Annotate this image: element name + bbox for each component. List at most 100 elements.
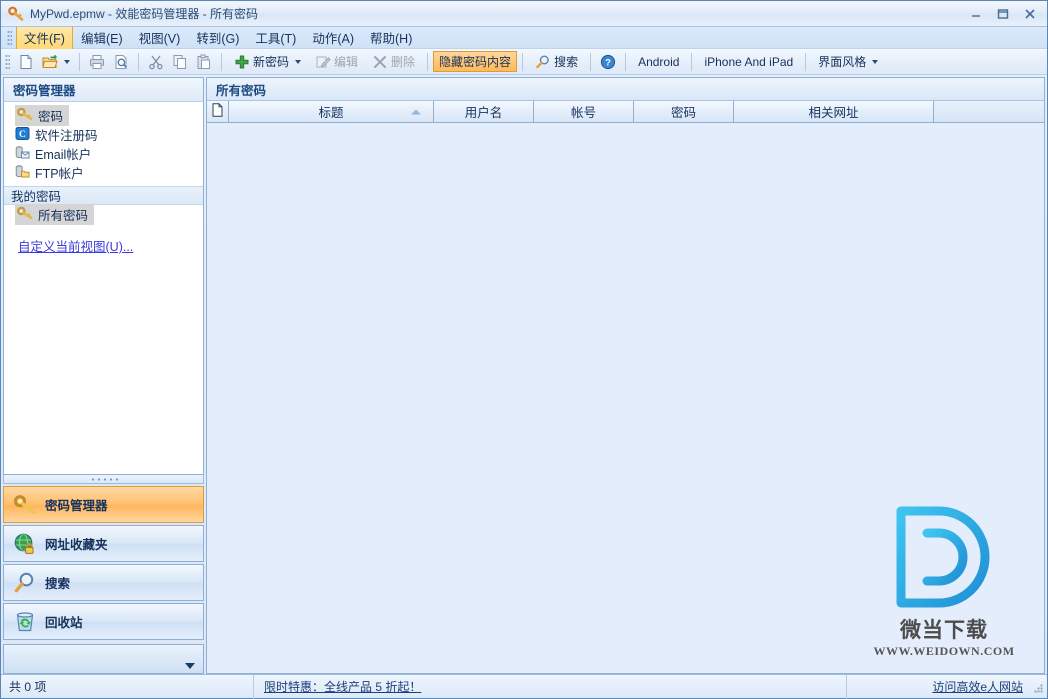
menu-item-edit[interactable]: 编辑(E) — [73, 25, 131, 50]
nav-button-recycle-bin[interactable]: 回收站 — [3, 603, 204, 640]
magnifier-icon — [13, 571, 37, 595]
new-password-label: 新密码 — [253, 55, 290, 69]
menu-item-actions[interactable]: 动作(A) — [304, 25, 362, 50]
nav-button-label: 密码管理器 — [45, 499, 108, 513]
android-button[interactable]: Android — [631, 51, 686, 73]
tree-item-label: Email帐户 — [35, 148, 92, 162]
menu-item-tools[interactable]: 工具(T) — [247, 25, 304, 50]
skin-dropdown-arrow[interactable] — [872, 59, 879, 64]
watermark: 微当下载 WWW.WEIDOWN.COM — [864, 503, 1024, 659]
app-key-icon — [8, 6, 24, 22]
grid-body-empty[interactable]: 微当下载 WWW.WEIDOWN.COM — [207, 123, 1044, 673]
tree-item-label: 软件注册码 — [35, 129, 98, 143]
toolbar-separator — [691, 52, 693, 71]
iphone-ipad-label: iPhone And iPad — [704, 54, 794, 69]
minimize-button[interactable] — [962, 4, 989, 24]
email-account-icon — [15, 145, 30, 163]
tree-item-passwords[interactable]: 密码 — [4, 105, 203, 126]
status-bar: 共 0 项 限时特惠：全线产品 5 折起！ 访问高效e人网站 — [1, 674, 1047, 699]
customize-current-view-link[interactable]: 自定义当前视图(U)... — [18, 236, 203, 255]
toolbar-separator — [625, 52, 627, 71]
nav-button-url-favorites[interactable]: 网址收藏夹 — [3, 525, 204, 562]
new-password-dropdown-arrow[interactable] — [295, 59, 302, 64]
watermark-brand: 微当下载 — [900, 619, 988, 642]
maximize-button[interactable] — [989, 4, 1016, 24]
open-file-dropdown-arrow[interactable] — [64, 59, 70, 64]
column-header-filler — [934, 101, 1044, 122]
column-header-title[interactable]: 标题 — [229, 101, 434, 122]
nav-expand-bar[interactable] — [3, 644, 204, 674]
navigation-buttons: 密码管理器 网址收藏夹 搜索 回收站 — [3, 484, 204, 674]
window-controls — [962, 1, 1043, 27]
nav-button-label: 回收站 — [45, 616, 83, 630]
paste-icon — [196, 54, 212, 70]
tree-group-header-my-passwords: 我的密码 — [4, 186, 203, 205]
tree-item-label: 密码 — [38, 110, 64, 124]
column-header-password[interactable]: 密码 — [634, 101, 734, 122]
content-pane: 所有密码 标题 用户名 帐号 密码 相关网址 微当下载 WWW.WEIDOWN.… — [206, 77, 1045, 674]
tree-item-ftp-accounts[interactable]: FTP帐户 — [4, 163, 203, 182]
column-header-account[interactable]: 帐号 — [534, 101, 634, 122]
globe-lock-icon — [13, 532, 37, 556]
toolbar-separator — [138, 52, 139, 71]
nav-button-password-manager[interactable]: 密码管理器 — [3, 486, 204, 523]
toolbar-separator — [79, 52, 80, 71]
print-preview-button[interactable] — [109, 51, 133, 73]
tree-item-software-keys[interactable]: C 软件注册码 — [4, 125, 203, 144]
title-bar: MyPwd.epmw - 效能密码管理器 - 所有密码 — [1, 1, 1047, 27]
menubar-grip-icon[interactable] — [7, 29, 12, 46]
help-button[interactable]: ? — [596, 51, 620, 73]
edit-button[interactable]: 编辑 — [308, 51, 365, 73]
column-header-username[interactable]: 用户名 — [434, 101, 534, 122]
print-button[interactable] — [85, 51, 109, 73]
cut-button[interactable] — [144, 51, 168, 73]
close-button[interactable] — [1016, 4, 1043, 24]
navigation-tree: 密码 C 软件注册码 Email帐户 FTP帐户 我的密码 所有密码 自定义当前… — [3, 101, 204, 475]
menu-bar: 文件(F) 编辑(E) 视图(V) 转到(G) 工具(T) 动作(A) 帮助(H… — [1, 25, 1047, 50]
promo-link[interactable]: 限时特惠：全线产品 5 折起！ — [264, 678, 421, 695]
sort-ascending-icon — [411, 109, 421, 114]
content-header-title: 所有密码 — [207, 78, 1044, 101]
cd-key-icon: C — [15, 126, 30, 144]
navigation-pane: 密码管理器 密码 C 软件注册码 Email帐户 FTP帐户 我的密码 所有密码… — [3, 77, 204, 674]
toolbar-grip-icon[interactable] — [5, 53, 10, 70]
tree-item-label: FTP帐户 — [35, 167, 84, 181]
nav-button-search[interactable]: 搜索 — [3, 564, 204, 601]
grid-header-row: 标题 用户名 帐号 密码 相关网址 — [207, 101, 1044, 123]
menu-item-file[interactable]: 文件(F) — [16, 25, 73, 50]
svg-text:C: C — [19, 130, 26, 140]
search-button[interactable]: 搜索 — [528, 51, 585, 73]
menu-item-help[interactable]: 帮助(H) — [362, 25, 420, 50]
key-icon — [17, 206, 33, 223]
nav-button-label: 网址收藏夹 — [45, 538, 108, 552]
new-file-button[interactable] — [14, 51, 38, 73]
tree-item-all-passwords[interactable]: 所有密码 — [4, 204, 203, 225]
skin-button[interactable]: 界面风格 — [811, 51, 885, 73]
printer-icon — [89, 54, 105, 70]
open-file-button[interactable] — [38, 51, 74, 73]
status-promo-cell: 限时特惠：全线产品 5 折起！ — [254, 674, 847, 699]
navigation-splitter[interactable] — [3, 475, 204, 484]
menu-item-view[interactable]: 视图(V) — [131, 25, 189, 50]
website-link[interactable]: 访问高效e人网站 — [932, 678, 1023, 695]
watermark-logo-icon — [896, 506, 990, 608]
hide-password-content-button[interactable]: 隐藏密码内容 — [433, 51, 518, 72]
column-header-document[interactable] — [207, 101, 229, 122]
new-password-button[interactable]: 新密码 — [227, 51, 308, 73]
column-header-website[interactable]: 相关网址 — [734, 101, 934, 122]
main-body: 密码管理器 密码 C 软件注册码 Email帐户 FTP帐户 我的密码 所有密码… — [1, 75, 1047, 674]
resize-grip-icon[interactable] — [1032, 683, 1044, 695]
magnifier-icon — [535, 54, 551, 70]
tree-item-email-accounts[interactable]: Email帐户 — [4, 144, 203, 163]
open-folder-icon — [42, 54, 58, 70]
new-document-icon — [18, 54, 34, 70]
paste-button[interactable] — [192, 51, 216, 73]
print-preview-icon — [113, 54, 129, 70]
delete-label: 删除 — [391, 55, 416, 69]
copy-button[interactable] — [168, 51, 192, 73]
customize-current-view-label: 自定义当前视图(U)... — [18, 240, 134, 254]
chevron-down-icon[interactable] — [185, 663, 195, 669]
delete-button[interactable]: 删除 — [365, 51, 422, 73]
iphone-ipad-button[interactable]: iPhone And iPad — [697, 51, 800, 73]
menu-item-goto[interactable]: 转到(G) — [188, 25, 247, 50]
